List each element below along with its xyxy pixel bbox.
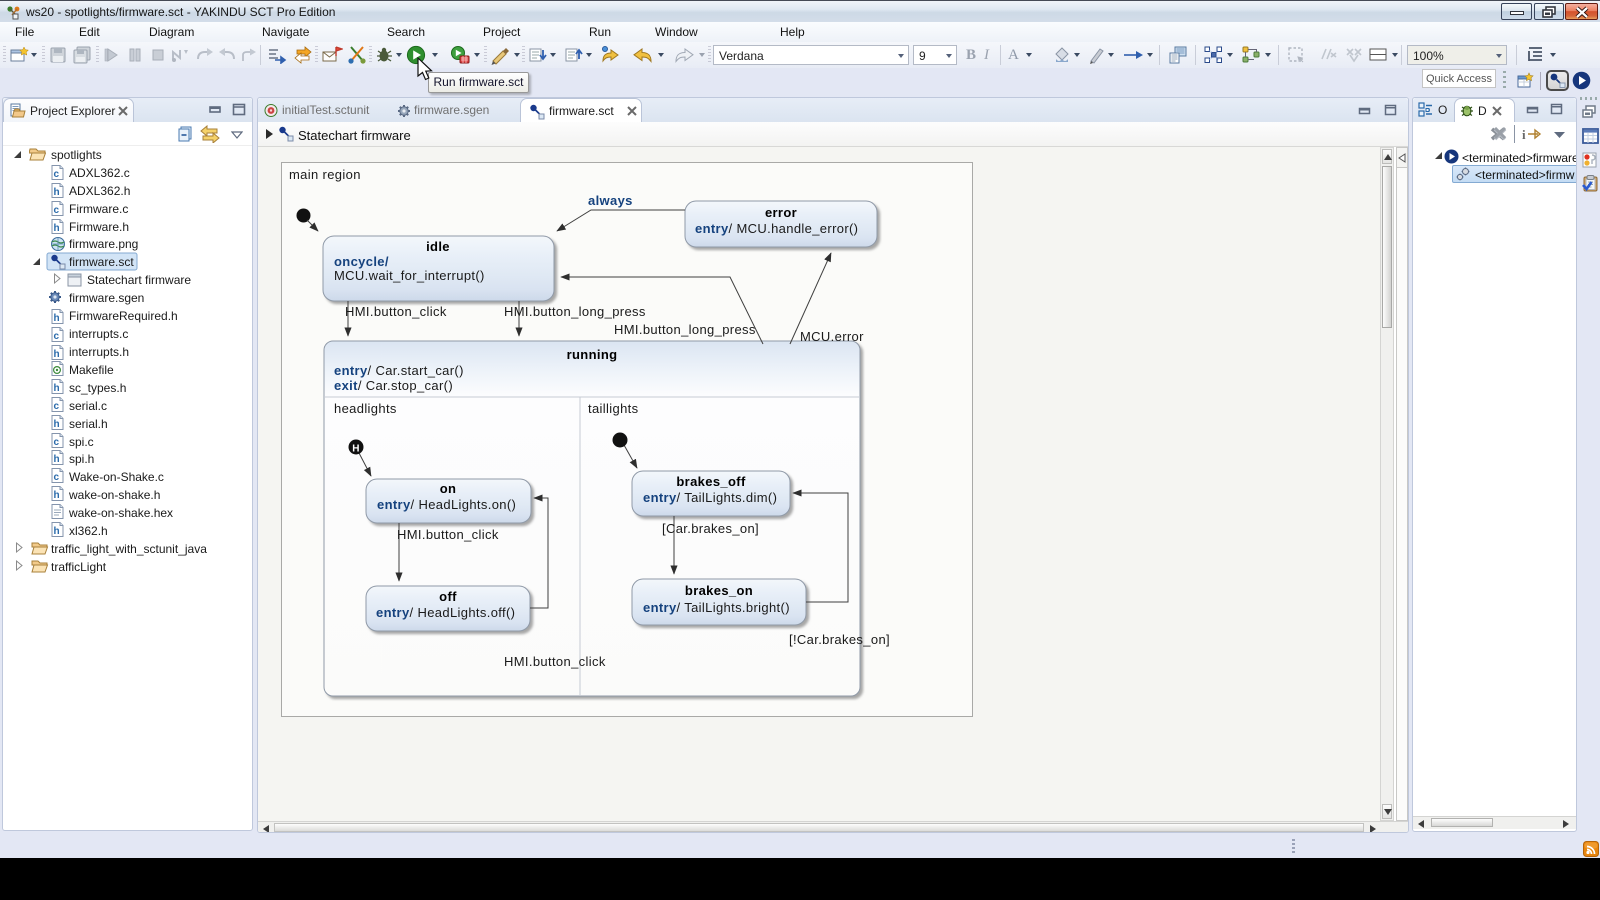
svg-text:headlights: headlights (334, 401, 397, 416)
svg-text:wake-on-shake.hex: wake-on-shake.hex (68, 506, 173, 520)
svg-text:Makefile: Makefile (69, 363, 114, 377)
svg-text:brakes_off: brakes_off (676, 474, 746, 489)
svg-text:always: always (588, 193, 633, 208)
svg-text:main region: main region (289, 167, 361, 182)
svg-text:oncycle/: oncycle/ (334, 254, 389, 269)
svg-text:spi.c: spi.c (69, 435, 94, 449)
svg-text:HMI.button_long_press: HMI.button_long_press (614, 322, 756, 337)
svg-text:taillights: taillights (588, 401, 639, 416)
svg-text:brakes_on: brakes_on (685, 583, 753, 598)
svg-text:Firmware.h: Firmware.h (69, 220, 129, 234)
svg-text:idle: idle (426, 239, 450, 254)
svg-text:entry/ TailLights.dim(): entry/ TailLights.dim() (643, 490, 777, 505)
svg-text:entry/ MCU.handle_error(): entry/ MCU.handle_error() (695, 221, 858, 236)
svg-text:i: i (1522, 127, 1526, 142)
svg-text:Statechart firmware: Statechart firmware (87, 273, 191, 287)
svg-text:running: running (567, 347, 618, 362)
svg-text:MCU.wait_for_interrupt(): MCU.wait_for_interrupt() (334, 268, 485, 283)
svg-text:entry/ Car.start_car(): entry/ Car.start_car() (334, 363, 464, 378)
svg-text:on: on (440, 481, 457, 496)
svg-text:interrupts.c: interrupts.c (69, 327, 128, 341)
svg-text:firmware.sgen: firmware.sgen (69, 291, 144, 305)
svg-text:HMI.button_long_press: HMI.button_long_press (504, 304, 646, 319)
svg-text:HMI.button_click: HMI.button_click (504, 654, 606, 669)
svg-text:[!Car.brakes_on]: [!Car.brakes_on] (789, 632, 890, 647)
svg-text:HMI.button_click: HMI.button_click (345, 304, 447, 319)
svg-text:ADXL362.c: ADXL362.c (69, 166, 130, 180)
svg-text:sc_types.h: sc_types.h (69, 381, 126, 395)
svg-text:FirmwareRequired.h: FirmwareRequired.h (69, 309, 178, 323)
svg-text:Wake-on-Shake.c: Wake-on-Shake.c (69, 470, 164, 484)
svg-text:spotlights: spotlights (51, 148, 102, 162)
svg-text:off: off (439, 589, 457, 604)
svg-text:exit/ Car.stop_car(): exit/ Car.stop_car() (334, 378, 453, 393)
svg-text:ADXL362.h: ADXL362.h (69, 184, 130, 198)
svg-text:error: error (765, 205, 797, 220)
svg-text:wake-on-shake.h: wake-on-shake.h (68, 488, 160, 502)
svg-text:HMI.button_click: HMI.button_click (397, 527, 499, 542)
svg-text:firmware.sct: firmware.sct (69, 255, 134, 269)
svg-text:entry/ HeadLights.on(): entry/ HeadLights.on() (377, 497, 516, 512)
svg-text:xl362.h: xl362.h (69, 524, 108, 538)
svg-text:interrupts.h: interrupts.h (69, 345, 129, 359)
svg-text:serial.h: serial.h (69, 417, 108, 431)
svg-text:serial.c: serial.c (69, 399, 107, 413)
svg-text:H: H (352, 444, 360, 455)
svg-text:firmware.png: firmware.png (69, 237, 138, 251)
svg-text:entry/ HeadLights.off(): entry/ HeadLights.off() (376, 605, 515, 620)
svg-text:traffic_light_with_sctunit_jav: traffic_light_with_sctunit_java (51, 542, 207, 556)
svg-text:trafficLight: trafficLight (51, 560, 107, 574)
svg-text:MCU.error: MCU.error (800, 329, 864, 344)
svg-text:[Car.brakes_on]: [Car.brakes_on] (662, 521, 759, 536)
svg-text:Firmware.c: Firmware.c (69, 202, 128, 216)
svg-text:entry/ TailLights.bright(): entry/ TailLights.bright() (643, 600, 790, 615)
svg-text:spi.h: spi.h (69, 452, 94, 466)
